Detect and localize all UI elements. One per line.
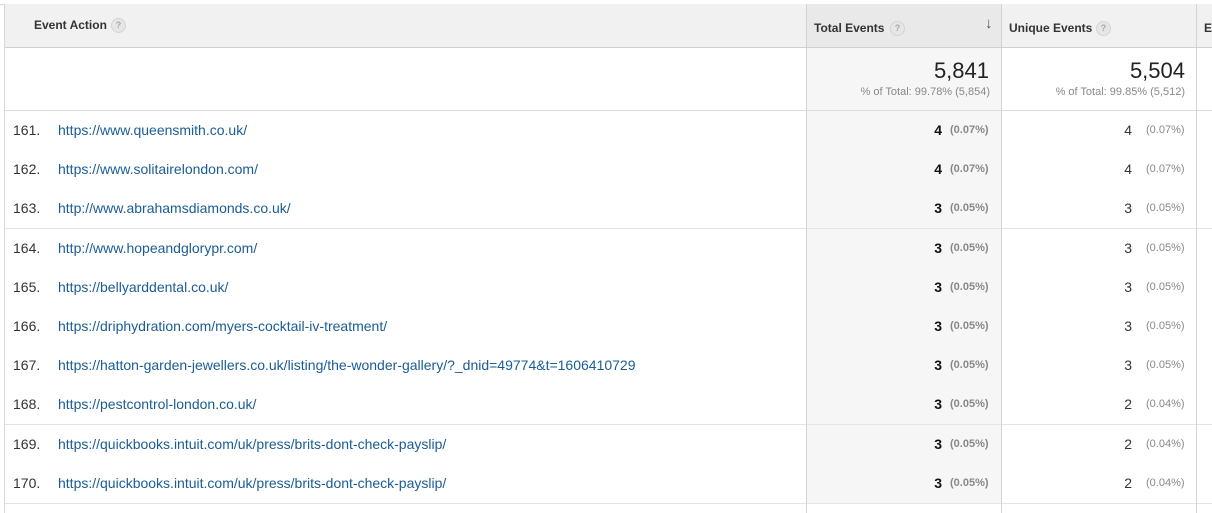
unique-events-percent: (0.04%) [1146, 398, 1185, 411]
total-events-value: 3 [934, 239, 942, 256]
unique-events-value: 4 [1124, 161, 1132, 178]
table-row: 161. https://www.queensmith.co.uk/4 (0.07%… [5, 111, 1212, 151]
unique-events-value: 3 [1124, 200, 1132, 217]
total-events-value: 3 [934, 278, 942, 295]
sort-descending-icon[interactable]: ↓ [985, 15, 993, 32]
unique-events-percent: (0.04%) [1146, 437, 1185, 450]
total-events-value: 4 [934, 122, 942, 138]
total-events-percent: (0.05%) [950, 437, 989, 450]
totals-row: 5,841 % of Total: 99.78% (5,854) 5,504 %… [5, 48, 1212, 111]
total-events-value: 3 [934, 435, 942, 452]
total-events-percent: (0.07%) [950, 163, 989, 176]
event-action-link[interactable]: http://www.hopeandglorypr.com/ [58, 240, 257, 256]
unique-events-value: 3 [1124, 278, 1132, 295]
row-index: 161. [13, 122, 41, 138]
table-row: 167. https://hatton-garden-jewellers.co.u… [5, 346, 1212, 387]
table-row: 168. https://pestcontrol-london.co.uk/3 (0… [5, 385, 1212, 426]
event-action-link[interactable]: http://www.abrahamsdiamonds.co.uk/ [58, 200, 291, 216]
event-action-link[interactable]: https://www.queensmith.co.uk/ [58, 122, 247, 138]
total-events-value: 3 [934, 200, 942, 217]
column-header-label: Event Action [34, 18, 107, 32]
table-row: 169. https://quickbooks.intuit.com/uk/pre… [5, 424, 1212, 465]
unique-events-total: 5,504 [1129, 58, 1185, 83]
total-events-value: 3 [934, 396, 942, 413]
unique-events-percent: (0.04%) [1146, 476, 1185, 489]
row-index: 163. [13, 200, 41, 217]
total-events-percent: (0.07%) [950, 124, 989, 136]
unique-events-percent-of-total: % of Total: 99.85% (5,512) [1055, 86, 1185, 98]
table-row: 165. https://bellyarddental.co.uk/3 (0.05%… [5, 267, 1212, 308]
left-border [4, 4, 5, 513]
help-icon[interactable]: ? [1096, 21, 1111, 36]
row-index: 167. [13, 357, 41, 374]
unique-events-percent: (0.05%) [1146, 320, 1185, 332]
column-header-total-events[interactable]: Total Events ? ↓ [807, 4, 1001, 47]
event-action-link[interactable]: https://quickbooks.intuit.com/uk/press/b… [58, 436, 446, 452]
table-row: 166. https://driphydration.com/myers-cock… [5, 307, 1212, 347]
row-index: 162. [13, 161, 41, 178]
unique-events-percent: (0.07%) [1146, 163, 1185, 176]
unique-events-value: 3 [1124, 318, 1132, 334]
unique-events-value: 3 [1124, 357, 1132, 374]
row-index: 165. [13, 278, 41, 295]
total-events-percent: (0.05%) [950, 202, 989, 215]
column-header-label: Total Events [814, 21, 885, 35]
row-index: 168. [13, 396, 41, 413]
column-divider [1001, 48, 1002, 513]
event-action-report-table: Event Action ? Total Events ? ↓ Unique E… [0, 0, 1212, 513]
total-events-percent: (0.05%) [950, 280, 989, 293]
total-events-value: 3 [934, 474, 942, 491]
table-row: 163. http://www.abrahamsdiamonds.co.uk/3 (… [5, 189, 1212, 230]
unique-events-value: 2 [1124, 435, 1132, 452]
row-index: 169. [13, 435, 41, 452]
total-events-value: 4 [934, 161, 942, 178]
total-events-total: 5,841 [933, 58, 989, 83]
row-index: 170. [13, 474, 41, 491]
table-row: 164. http://www.hopeandglorypr.com/3 (0.05… [5, 228, 1212, 269]
total-events-percent: (0.05%) [950, 241, 989, 254]
unique-events-value: 3 [1124, 239, 1132, 256]
event-action-link[interactable]: https://quickbooks.intuit.com/uk/press/b… [58, 475, 446, 491]
help-icon[interactable]: ? [111, 18, 126, 33]
unique-events-value: 4 [1124, 122, 1132, 138]
unique-events-percent: (0.05%) [1146, 241, 1185, 254]
table-row: 162. https://www.solitairelondon.com/4 (0.… [5, 150, 1212, 191]
unique-events-value: 2 [1124, 396, 1132, 413]
unique-events-value: 2 [1124, 474, 1132, 491]
row-index: 166. [13, 318, 41, 334]
help-icon[interactable]: ? [890, 21, 905, 36]
total-events-percent: (0.05%) [950, 398, 989, 411]
event-action-link[interactable]: https://hatton-garden-jewellers.co.uk/li… [58, 357, 636, 373]
event-action-link[interactable]: https://pestcontrol-london.co.uk/ [58, 396, 256, 412]
unique-events-percent: (0.05%) [1146, 359, 1185, 372]
table-row: 170. https://quickbooks.intuit.com/uk/pre… [5, 463, 1212, 504]
unique-events-percent: (0.07%) [1146, 124, 1185, 136]
column-header-truncated[interactable]: E [1197, 4, 1212, 47]
column-header-label: E [1204, 21, 1212, 35]
column-header-event-action[interactable]: Event Action ? [5, 4, 806, 47]
column-header-label: Unique Events [1009, 21, 1093, 35]
column-divider [806, 48, 807, 513]
event-action-link[interactable]: https://driphydration.com/myers-cocktail… [58, 318, 387, 334]
row-index: 164. [13, 239, 41, 256]
column-divider [1196, 48, 1197, 513]
table-header: Event Action ? Total Events ? ↓ Unique E… [5, 4, 1212, 48]
total-events-percent: (0.05%) [950, 359, 989, 372]
event-action-link[interactable]: https://www.solitairelondon.com/ [58, 161, 258, 177]
column-header-unique-events[interactable]: Unique Events ? [1002, 4, 1196, 47]
unique-events-percent: (0.05%) [1146, 202, 1185, 215]
total-events-percent-of-total: % of Total: 99.78% (5,854) [860, 86, 990, 98]
total-events-value: 3 [934, 357, 942, 374]
unique-events-percent: (0.05%) [1146, 280, 1185, 293]
total-events-value: 3 [934, 318, 942, 334]
event-action-link[interactable]: https://bellyarddental.co.uk/ [58, 279, 228, 295]
total-events-percent: (0.05%) [950, 476, 989, 489]
total-events-percent: (0.05%) [950, 320, 989, 332]
